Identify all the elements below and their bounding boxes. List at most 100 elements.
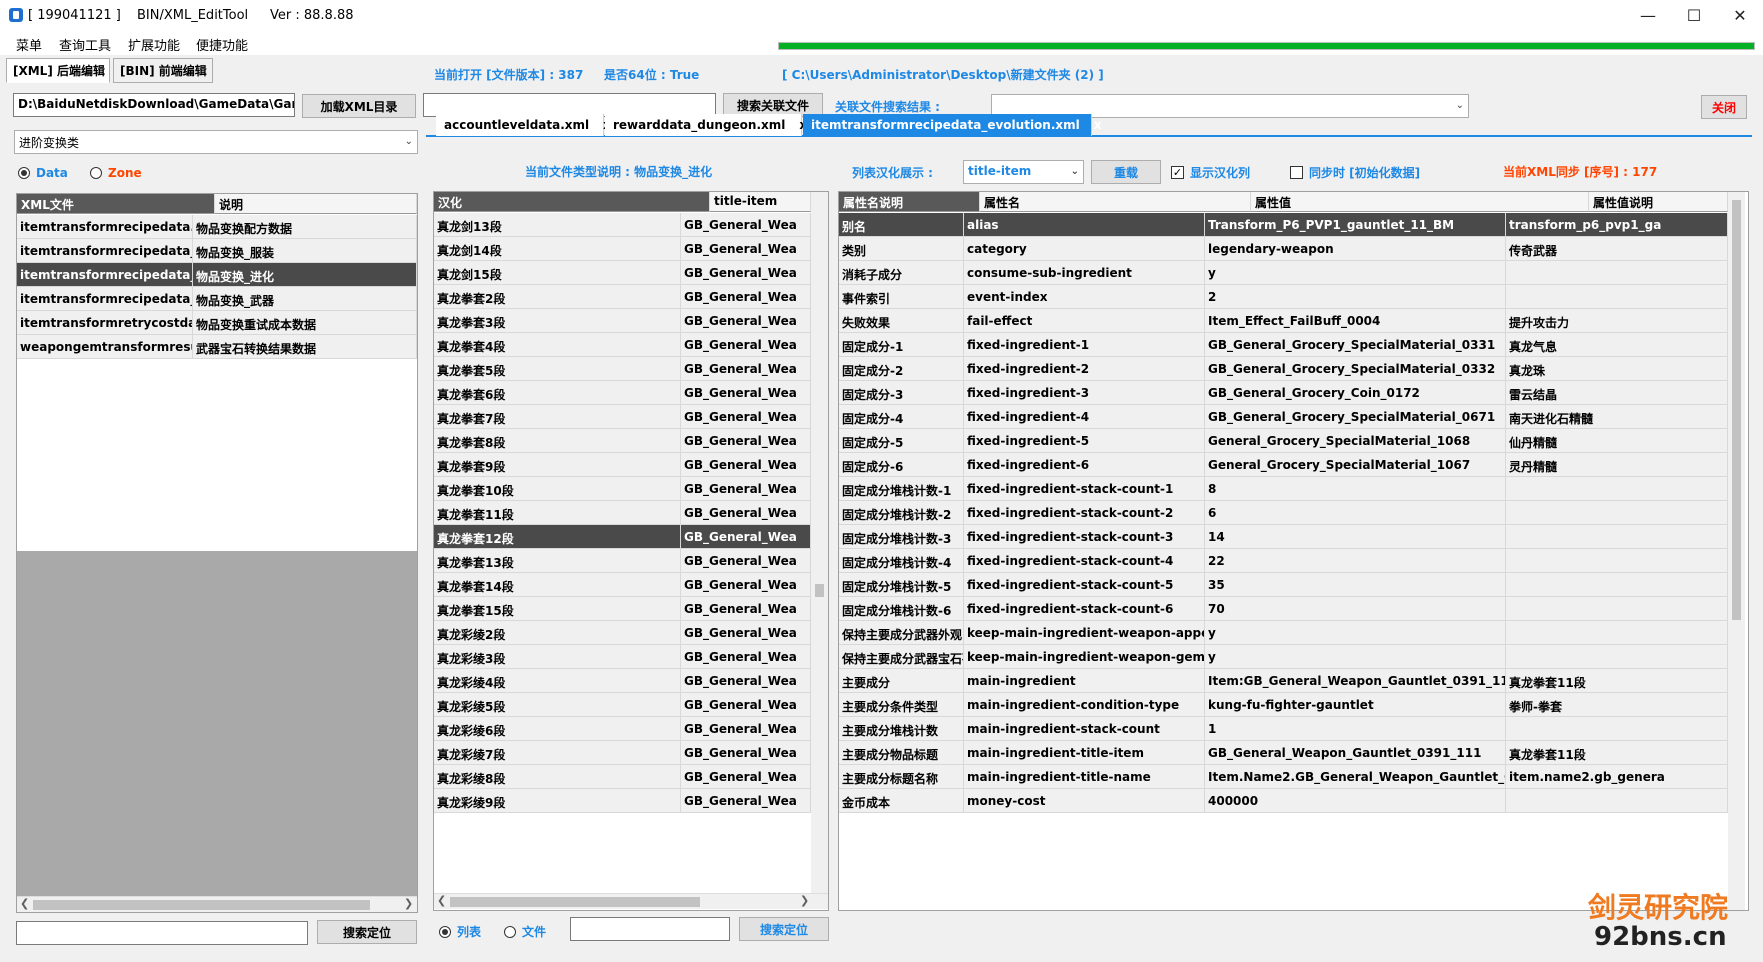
title-item-header[interactable]: title-item	[710, 192, 811, 212]
list-item[interactable]: 真龙剑14段 GB_General_Wea	[434, 237, 811, 261]
doc-tab-rewarddata[interactable]: rewarddata_dungeon.xmlx	[605, 114, 807, 136]
close-icon[interactable]: x	[1094, 118, 1102, 132]
radio-zone[interactable]: Zone	[90, 166, 142, 180]
show-cn-col-checkbox[interactable]: ✓ 显示汉化列	[1171, 164, 1250, 181]
table-row[interactable]: itemtransformrecipedata.xml物品变换配方数据	[17, 215, 417, 239]
table-row[interactable]: 固定成分-2 fixed-ingredient-2 GB_General_Groce…	[839, 357, 1728, 381]
menu-item-menu[interactable]: 菜单	[16, 35, 42, 54]
prop-value-desc-header[interactable]: 属性值说明	[1589, 192, 1728, 212]
menu-item-shortcuts[interactable]: 便捷功能	[196, 35, 248, 54]
table-row[interactable]: 固定成分-3 fixed-ingredient-3 GB_General_Groce…	[839, 381, 1728, 405]
left-search-button[interactable]: 搜索定位	[317, 920, 417, 944]
table-row[interactable]: 主要成分 main-ingredient Item:GB_General_Weapo…	[839, 669, 1728, 693]
list-item[interactable]: 真龙拳套7段 GB_General_Wea	[434, 405, 811, 429]
prop-desc-header[interactable]: 属性名说明	[839, 192, 980, 212]
list-item[interactable]: 真龙剑13段 GB_General_Wea	[434, 213, 811, 237]
scroll-thumb[interactable]	[33, 900, 370, 910]
menu-item-query-tools[interactable]: 查询工具	[59, 35, 111, 54]
mid-search-input[interactable]	[570, 917, 730, 941]
scroll-left-icon[interactable]: ❮	[20, 897, 29, 910]
scroll-thumb[interactable]	[450, 897, 700, 907]
radio-list[interactable]: 列表	[439, 923, 481, 940]
scroll-thumb[interactable]	[1732, 200, 1741, 620]
list-item[interactable]: 真龙剑15段 GB_General_Wea	[434, 261, 811, 285]
table-row[interactable]: 固定成分堆栈计数-5 fixed-ingredient-stack-count-5…	[839, 573, 1728, 597]
horizontal-scrollbar[interactable]: ❮ ❯	[434, 893, 828, 909]
table-row[interactable]: 固定成分堆栈计数-6 fixed-ingredient-stack-count-6…	[839, 597, 1728, 621]
table-row[interactable]: 消耗子成分 consume-sub-ingredient y	[839, 261, 1728, 285]
mid-search-button[interactable]: 搜索定位	[739, 917, 829, 941]
list-item[interactable]: 真龙彩绫3段 GB_General_Wea	[434, 645, 811, 669]
directory-input[interactable]: D:\BaiduNetdiskDownload\GameData\Game	[13, 93, 295, 117]
table-row[interactable]: 金币成本 money-cost 400000	[839, 789, 1728, 813]
table-row[interactable]: 类别 category legendary-weapon 传奇武器	[839, 237, 1728, 261]
tab-bin-frontend[interactable]: [BIN] 前端编辑	[113, 58, 213, 83]
list-item[interactable]: 真龙拳套11段 GB_General_Wea	[434, 501, 811, 525]
table-row[interactable]: 固定成分-5 fixed-ingredient-5 General_Grocery_…	[839, 429, 1728, 453]
radio-file[interactable]: 文件	[504, 923, 546, 940]
load-xml-dir-button[interactable]: 加载XML目录	[302, 94, 416, 118]
table-row[interactable]: 主要成分条件类型 main-ingredient-condition-type ku…	[839, 693, 1728, 717]
list-field-dropdown[interactable]: title-item ⌄	[963, 160, 1084, 184]
desc-header[interactable]: 说明	[215, 194, 417, 214]
minimize-button[interactable]: —	[1625, 0, 1671, 31]
list-item[interactable]: 真龙拳套4段 GB_General_Wea	[434, 333, 811, 357]
xml-file-header[interactable]: XML文件	[17, 194, 215, 214]
vertical-scrollbar[interactable]	[811, 192, 828, 893]
maximize-button[interactable]: ☐	[1671, 0, 1717, 31]
list-item[interactable]: 真龙彩绫6段 GB_General_Wea	[434, 717, 811, 741]
scroll-left-icon[interactable]: ❮	[437, 894, 446, 907]
sync-init-checkbox[interactable]: 同步时 [初始化数据]	[1290, 164, 1420, 181]
prop-value-header[interactable]: 属性值	[1251, 192, 1589, 212]
table-row[interactable]: itemtransformrecipedata_we...物品变换_武器	[17, 287, 417, 311]
left-search-input[interactable]	[16, 921, 308, 945]
table-row[interactable]: 保持主要成分武器外观 keep-main-ingredient-weapon-ap…	[839, 621, 1728, 645]
list-item[interactable]: 真龙拳套12段 GB_General_Wea	[434, 525, 811, 549]
vertical-scrollbar[interactable]	[1728, 192, 1745, 910]
list-item[interactable]: 真龙拳套6段 GB_General_Wea	[434, 381, 811, 405]
table-row[interactable]: 固定成分堆栈计数-3 fixed-ingredient-stack-count-3…	[839, 525, 1728, 549]
table-row[interactable]: 事件索引 event-index 2	[839, 285, 1728, 309]
category-dropdown[interactable]: 进阶变换类 ⌄	[14, 130, 418, 154]
list-item[interactable]: 真龙拳套13段 GB_General_Wea	[434, 549, 811, 573]
list-item[interactable]: 真龙彩绫2段 GB_General_Wea	[434, 621, 811, 645]
table-row[interactable]: 保持主要成分武器宝石孔 keep-main-ingredient-weapon-g…	[839, 645, 1728, 669]
table-row[interactable]: 固定成分-1 fixed-ingredient-1 GB_General_Groce…	[839, 333, 1728, 357]
table-row[interactable]: 主要成分标题名称 main-ingredient-title-name Item.N…	[839, 765, 1728, 789]
list-item[interactable]: 真龙拳套5段 GB_General_Wea	[434, 357, 811, 381]
list-item[interactable]: 真龙拳套8段 GB_General_Wea	[434, 429, 811, 453]
list-item[interactable]: 真龙拳套14段 GB_General_Wea	[434, 573, 811, 597]
table-row[interactable]: 固定成分堆栈计数-1 fixed-ingredient-stack-count-1…	[839, 477, 1728, 501]
list-item[interactable]: 真龙拳套2段 GB_General_Wea	[434, 285, 811, 309]
list-item[interactable]: 真龙彩绫8段 GB_General_Wea	[434, 765, 811, 789]
list-item[interactable]: 真龙拳套10段 GB_General_Wea	[434, 477, 811, 501]
list-item[interactable]: 真龙彩绫9段 GB_General_Wea	[434, 789, 811, 813]
reload-button[interactable]: 重载	[1091, 160, 1161, 184]
table-row[interactable]: itemtransformrecipedata_ev...物品变换_进化	[17, 263, 417, 287]
list-item[interactable]: 真龙拳套3段 GB_General_Wea	[434, 309, 811, 333]
scroll-right-icon[interactable]: ❯	[404, 897, 413, 910]
tab-xml-backend[interactable]: [XML] 后端编辑	[6, 58, 110, 83]
menu-item-extensions[interactable]: 扩展功能	[128, 35, 180, 54]
doc-tab-itemtransform-evolution[interactable]: itemtransformrecipedata_evolution.xml x	[803, 114, 1102, 136]
table-row[interactable]: 别名 alias Transform_P6_PVP1_gauntlet_11_BM t…	[839, 213, 1728, 237]
doc-tab-accountleveldata[interactable]: accountleveldata.xmlx	[436, 114, 611, 136]
cn-header[interactable]: 汉化	[434, 192, 710, 212]
table-row[interactable]: 失败效果 fail-effect Item_Effect_FailBuff_0004…	[839, 309, 1728, 333]
table-row[interactable]: 主要成分物品标题 main-ingredient-title-item GB_Gen…	[839, 741, 1728, 765]
scroll-thumb[interactable]	[815, 584, 824, 597]
table-row[interactable]: 固定成分堆栈计数-4 fixed-ingredient-stack-count-4…	[839, 549, 1728, 573]
list-item[interactable]: 真龙彩绫7段 GB_General_Wea	[434, 741, 811, 765]
list-item[interactable]: 真龙彩绫4段 GB_General_Wea	[434, 669, 811, 693]
list-item[interactable]: 真龙拳套9段 GB_General_Wea	[434, 453, 811, 477]
table-row[interactable]: 固定成分-4 fixed-ingredient-4 GB_General_Groce…	[839, 405, 1728, 429]
table-row[interactable]: 固定成分堆栈计数-2 fixed-ingredient-stack-count-2…	[839, 501, 1728, 525]
prop-name-header[interactable]: 属性名	[980, 192, 1251, 212]
list-item[interactable]: 真龙拳套15段 GB_General_Wea	[434, 597, 811, 621]
table-row[interactable]: itemtransformrecipedata_cus...物品变换_服装	[17, 239, 417, 263]
table-row[interactable]: 主要成分堆栈计数 main-ingredient-stack-count 1	[839, 717, 1728, 741]
scroll-right-icon[interactable]: ❯	[800, 894, 809, 907]
list-item[interactable]: 真龙彩绫5段 GB_General_Wea	[434, 693, 811, 717]
table-row[interactable]: weapongemtransformresultd...武器宝石转换结果数据	[17, 335, 417, 359]
radio-data[interactable]: Data	[18, 166, 68, 180]
